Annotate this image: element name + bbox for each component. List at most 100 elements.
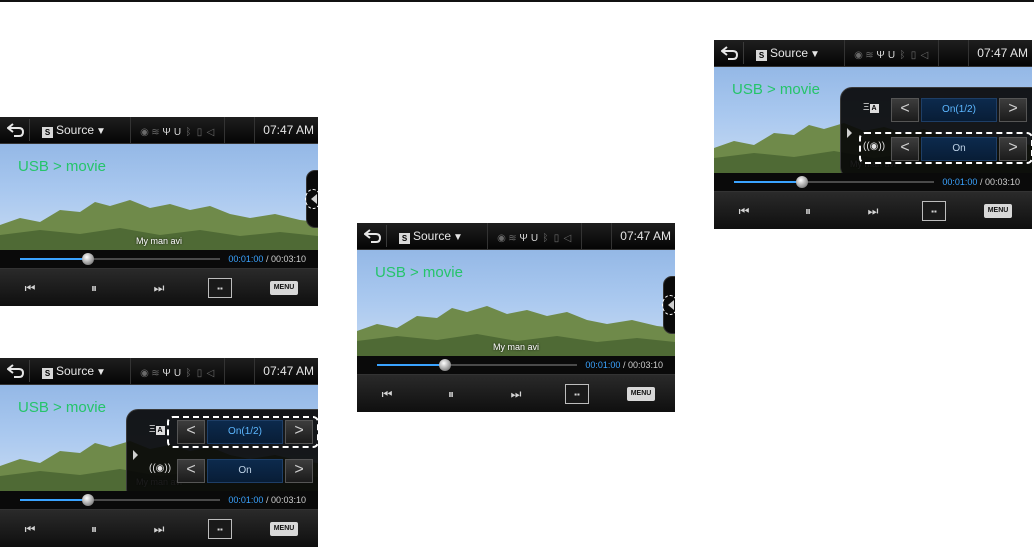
source-selector[interactable]: S Source ▼ [756, 40, 820, 67]
progress-knob[interactable] [439, 359, 451, 371]
back-icon [7, 123, 25, 137]
progress-fill [734, 181, 802, 183]
audio-next-button[interactable]: > [285, 459, 313, 483]
source-selector[interactable]: S Source ▼ [42, 117, 106, 144]
next-button[interactable]: ⏭ [863, 201, 883, 221]
progress-track[interactable] [734, 176, 934, 188]
video-area[interactable]: USB > movie My man avi [357, 250, 675, 356]
aspect-ratio-button[interactable]: ▪▪ [208, 278, 232, 298]
control-bar: ⏮ ⏸ ⏭ ▪▪ MENU [0, 268, 318, 306]
speaker-icon: ◁ [206, 127, 215, 138]
speaker-icon: ◁ [206, 368, 215, 379]
progress-row: 00:01:00 / 00:03:10 [714, 173, 1032, 191]
time-readout: 00:01:00 / 00:03:10 [585, 356, 663, 374]
wifi-icon: ≋ [151, 368, 160, 379]
clock: 07:47 AM [254, 117, 314, 144]
subtitle-value: On(1/2) [921, 98, 997, 122]
chevron-right-icon[interactable] [847, 128, 852, 138]
back-button[interactable] [359, 225, 387, 247]
clock: 07:47 AM [968, 40, 1028, 67]
elapsed-time: 00:01:00 [585, 360, 621, 370]
bluetooth-icon: ᛒ [185, 368, 192, 379]
previous-button[interactable]: ⏮ [20, 519, 40, 539]
subtitle-prev-button[interactable]: < [891, 98, 919, 122]
time-readout: 00:01:00 / 00:03:10 [228, 250, 306, 268]
video-area[interactable]: USB > movie My man avi [0, 144, 318, 250]
total-time: 00:03:10 [270, 254, 306, 264]
status-bar: S Source ▼ ◉ ≋ Ψ U ᛒ ▯ ◁ 07:47 AM [0, 358, 318, 385]
next-button[interactable]: ⏭ [149, 519, 169, 539]
time-readout: 00:01:00 / 00:03:10 [942, 173, 1020, 191]
file-name: My man avi [492, 342, 539, 352]
wifi-icon: ≋ [865, 50, 874, 61]
highlight-rect [859, 132, 1032, 164]
progress-knob[interactable] [796, 176, 808, 188]
time-readout: 00:01:00 / 00:03:10 [228, 491, 306, 509]
option-panel-tab[interactable] [305, 170, 318, 228]
audio-broadcast-icon: ((◉)) [149, 463, 172, 474]
usb-u-icon: U [887, 50, 896, 61]
source-icon: S [42, 127, 53, 138]
previous-button[interactable]: ⏮ [734, 201, 754, 221]
back-button[interactable] [2, 119, 30, 141]
progress-track[interactable] [377, 359, 577, 371]
previous-button[interactable]: ⏮ [20, 278, 40, 298]
usb-icon: Ψ [162, 127, 171, 138]
aspect-ratio-button[interactable]: ▪▪ [922, 201, 946, 221]
screen-3: S Source ▼ ◉ ≋ Ψ U ᛒ ▯ ◁ 07:47 AM USB > movie My… [357, 223, 675, 412]
next-button[interactable]: ⏭ [149, 278, 169, 298]
highlight-rect [167, 416, 318, 448]
gps-icon: ◉ [497, 233, 506, 244]
total-time: 00:03:10 [984, 177, 1020, 187]
video-area[interactable]: USB > movie My man avi ΞA < On(1/2) > ((… [0, 385, 318, 491]
pause-button[interactable]: ⏸ [798, 201, 818, 221]
progress-track[interactable] [20, 494, 220, 506]
progress-row: 00:01:00 / 00:03:10 [0, 491, 318, 509]
menu-button[interactable]: MENU [270, 281, 298, 295]
subtitle-next-button[interactable]: > [999, 98, 1027, 122]
option-panel-tab[interactable] [662, 276, 675, 334]
progress-track[interactable] [20, 253, 220, 265]
progress-knob[interactable] [82, 253, 94, 265]
pause-button[interactable]: ⏸ [84, 519, 104, 539]
clock: 07:47 AM [254, 358, 314, 385]
source-label: Source [56, 364, 95, 378]
phone-icon: ▯ [910, 50, 917, 61]
usb-u-icon: U [173, 127, 182, 138]
speaker-icon: ◁ [920, 50, 929, 61]
chevron-down-icon: ▼ [96, 367, 106, 378]
menu-button[interactable]: MENU [627, 387, 655, 401]
elapsed-time: 00:01:00 [942, 177, 978, 187]
breadcrumb: USB > movie [18, 399, 106, 416]
menu-button[interactable]: MENU [270, 522, 298, 536]
audio-row: ((◉)) < On > [147, 457, 317, 485]
back-button[interactable] [2, 360, 30, 382]
usb-u-icon: U [530, 233, 539, 244]
aspect-ratio-button[interactable]: ▪▪ [565, 384, 589, 404]
progress-knob[interactable] [82, 494, 94, 506]
progress-row: 00:01:00 / 00:03:10 [357, 356, 675, 374]
menu-button[interactable]: MENU [984, 204, 1012, 218]
pause-button[interactable]: ⏸ [441, 384, 461, 404]
aspect-ratio-button[interactable]: ▪▪ [208, 519, 232, 539]
source-selector[interactable]: S Source ▼ [42, 358, 106, 385]
indicator-group: ◉ ≋ Ψ U ᛒ ▯ ◁ [130, 117, 225, 144]
chevron-down-icon: ▼ [453, 232, 463, 243]
video-area[interactable]: USB > movie My man avi ΞA < On(1/2) > ((… [714, 67, 1032, 173]
previous-button[interactable]: ⏮ [377, 384, 397, 404]
pause-button[interactable]: ⏸ [84, 278, 104, 298]
chevron-right-icon[interactable] [133, 450, 138, 460]
breadcrumb: USB > movie [375, 264, 463, 281]
indicator-group: ◉ ≋ Ψ U ᛒ ▯ ◁ [844, 40, 939, 67]
audio-prev-button[interactable]: < [177, 459, 205, 483]
next-button[interactable]: ⏭ [506, 384, 526, 404]
back-button[interactable] [716, 42, 744, 64]
source-selector[interactable]: S Source ▼ [399, 223, 463, 250]
chevron-down-icon: ▼ [96, 126, 106, 137]
progress-row: 00:01:00 / 00:03:10 [0, 250, 318, 268]
screen-2: SSource▼ ◉≋ΨUᛒ ▯◁ 07:47 AM USB > movie My… [0, 358, 318, 547]
status-bar: S Source ▼ ◉ ≋ Ψ U ᛒ ▯ ◁ 07:47 AM [0, 117, 318, 144]
time-separator: / [263, 495, 271, 505]
phone-icon: ▯ [196, 368, 203, 379]
progress-fill [20, 258, 88, 260]
